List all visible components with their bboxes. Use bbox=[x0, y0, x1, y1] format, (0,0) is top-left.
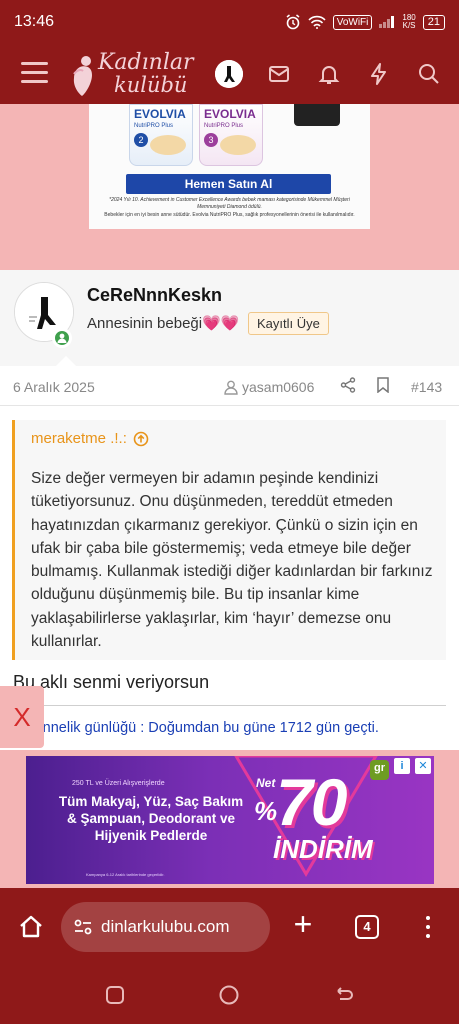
avatar-image bbox=[215, 60, 243, 88]
header-pointer bbox=[56, 356, 76, 366]
quote-author-name: meraketme .!.: bbox=[31, 430, 127, 447]
status-bar: 13:46 VoWiFi 180 K/S 21 bbox=[0, 0, 459, 44]
browser-menu-icon[interactable] bbox=[424, 916, 432, 938]
quote-author[interactable]: meraketme .!.: bbox=[31, 430, 149, 447]
formula-can-2-brand: EVOLVIA bbox=[134, 107, 186, 121]
url-text: dinlarkulubu.com bbox=[101, 917, 230, 936]
url-bar[interactable]: dinlarkulubu.com bbox=[61, 902, 270, 952]
search-icon[interactable] bbox=[417, 62, 441, 86]
net-speed: 180 K/S bbox=[402, 14, 415, 30]
formula-can-2-sub: NutriPRO Plus bbox=[134, 123, 174, 129]
new-tab-button[interactable]: + bbox=[289, 908, 317, 940]
ad-brand-logo: gr bbox=[370, 760, 389, 780]
formula-stage-3-badge: 3 bbox=[204, 133, 218, 147]
quote-text: Size değer vermeyen bir adamın peşinde k… bbox=[31, 470, 433, 651]
formula-ad-banner[interactable]: EVOLVIA NutriPRO Plus 2 EVOLVIA NutriPRO… bbox=[89, 104, 370, 229]
post-number[interactable]: #143 bbox=[411, 379, 442, 395]
person-icon bbox=[57, 333, 67, 343]
vowifi-badge: VoWiFi bbox=[332, 14, 373, 30]
post-author-name: yasam0606 bbox=[242, 379, 315, 395]
logo-text-line2: kulübü bbox=[114, 73, 188, 97]
ad-close-icon[interactable]: ✕ bbox=[415, 758, 431, 774]
status-time: 13:46 bbox=[14, 13, 55, 30]
top-advertisement: EVOLVIA NutriPRO Plus 2 EVOLVIA NutriPRO… bbox=[0, 104, 459, 254]
site-logo[interactable]: Kadınlar kulübü bbox=[70, 48, 200, 100]
system-navigation-bar bbox=[0, 966, 459, 1024]
arrow-up-circle-icon[interactable] bbox=[133, 431, 149, 447]
ad-fine-print: *2024 Yılı 10. Achievement in Customer E… bbox=[109, 197, 350, 210]
browser-toolbar: dinlarkulubu.com + 4 bbox=[0, 888, 459, 966]
ad-small-text: 250 TL ve Üzeri Alışverişlerde bbox=[72, 780, 165, 787]
tab-switcher-button[interactable]: 4 bbox=[355, 915, 379, 939]
formula-stage-2-badge: 2 bbox=[134, 133, 148, 147]
lightning-icon[interactable] bbox=[367, 62, 391, 86]
ad-discount-word: İNDİRİM bbox=[273, 834, 373, 864]
award-box-image bbox=[294, 104, 340, 126]
site-settings-icon[interactable] bbox=[73, 918, 93, 936]
ad-main-text: Tüm Makyaj, Yüz, Saç Bakım & Şampuan, De… bbox=[58, 794, 244, 843]
net-speed-unit: K/S bbox=[402, 21, 416, 30]
post-meta-bar: 6 Aralık 2025 yasam0606 #143 bbox=[0, 366, 459, 406]
post-author-link[interactable]: yasam0606 bbox=[224, 379, 314, 395]
logo-figure-icon bbox=[73, 56, 92, 96]
formula-can-2: EVOLVIA NutriPRO Plus 2 bbox=[129, 104, 193, 166]
post-username[interactable]: CeReNnnKeskn bbox=[87, 285, 222, 306]
logo-text-line1: Kadınlar bbox=[98, 50, 194, 75]
home-icon[interactable] bbox=[18, 914, 44, 940]
signature-link[interactable]: Annelik günlüğü : Doğumdan bu güne 1712 … bbox=[33, 720, 379, 736]
quote-block: meraketme .!.: Size değer vermeyen bir a… bbox=[12, 420, 446, 660]
ad-fine-print-2: Bebekler için en iyi besin anne sütüdür.… bbox=[104, 212, 355, 218]
formula-can-3: EVOLVIA NutriPRO Plus 3 bbox=[199, 104, 263, 166]
forum-post: CeReNnnKeskn Annesinin bebeği💗💗 Kayıtlı … bbox=[0, 270, 459, 750]
formula-can-3-illustration bbox=[220, 135, 256, 155]
status-icons: VoWiFi 180 K/S 21 bbox=[285, 14, 445, 30]
user-badge: Kayıtlı Üye bbox=[248, 312, 329, 335]
signature-divider bbox=[13, 705, 446, 706]
back-nav-icon[interactable] bbox=[333, 984, 355, 1006]
battery-level: 21 bbox=[427, 15, 440, 28]
post-user-header: CeReNnnKeskn Annesinin bebeği💗💗 Kayıtlı … bbox=[0, 270, 459, 366]
user-icon bbox=[224, 380, 238, 395]
bell-icon[interactable] bbox=[317, 62, 341, 86]
formula-can-2-illustration bbox=[150, 135, 186, 155]
hamburger-menu-icon[interactable] bbox=[21, 62, 48, 86]
formula-can-3-sub: NutriPRO Plus bbox=[204, 123, 244, 129]
ad-discount-value: 70 bbox=[276, 765, 347, 839]
ad-net-label: Net bbox=[256, 776, 276, 790]
home-nav-icon[interactable] bbox=[218, 984, 240, 1006]
bookmark-icon[interactable] bbox=[376, 377, 390, 393]
close-ad-button[interactable]: X bbox=[0, 686, 44, 748]
post-date[interactable]: 6 Aralık 2025 bbox=[13, 379, 95, 395]
mail-icon[interactable] bbox=[267, 62, 291, 86]
share-icon[interactable] bbox=[340, 377, 356, 393]
bottom-advertisement[interactable]: 250 TL ve Üzeri Alışverişlerde Tüm Makya… bbox=[26, 756, 434, 884]
recent-apps-icon[interactable] bbox=[104, 984, 126, 1006]
app-header: Kadınlar kulübü bbox=[0, 44, 459, 104]
battery-icon: 21 bbox=[422, 14, 445, 30]
online-status-icon bbox=[52, 328, 72, 348]
user-title: Annesinin bebeği💗💗 bbox=[87, 315, 240, 332]
wifi-icon bbox=[308, 15, 326, 29]
alarm-icon bbox=[286, 14, 300, 30]
formula-can-3-brand: EVOLVIA bbox=[204, 107, 256, 121]
signal-icon bbox=[379, 16, 395, 28]
ad-percent-sign: % bbox=[254, 796, 278, 826]
user-avatar[interactable] bbox=[215, 60, 243, 88]
buy-now-button[interactable]: Hemen Satın Al bbox=[126, 174, 331, 194]
ad-info-icon[interactable]: i bbox=[394, 758, 410, 774]
ad-bottom-fine-print: Kampanya 6-12 Aralık tarihlerinde geçerl… bbox=[86, 872, 165, 877]
